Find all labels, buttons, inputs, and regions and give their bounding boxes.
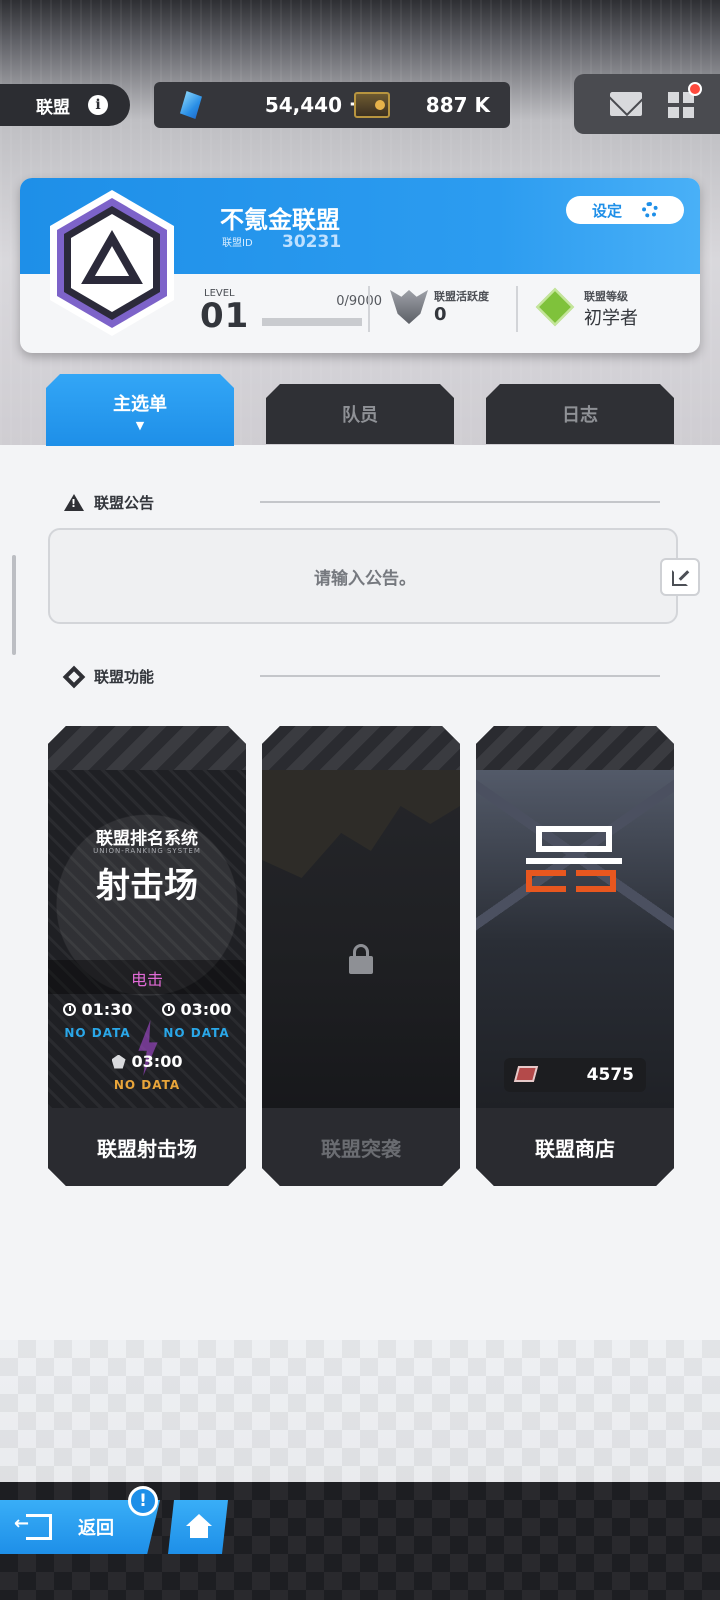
union-header-tag: 联盟 i xyxy=(0,84,130,126)
section-divider xyxy=(260,501,660,503)
nodata-3: NO DATA xyxy=(113,1078,181,1092)
timer-3: 03:00 xyxy=(112,1052,183,1071)
diamond-icon xyxy=(62,665,86,688)
timer-row: 01:30 03:00 xyxy=(48,1000,246,1019)
level-value: 01 xyxy=(200,296,250,336)
union-header-label: 联盟 xyxy=(36,97,70,118)
notice-input[interactable]: 请输入公告。 xyxy=(48,528,678,624)
gear-icon xyxy=(642,202,658,218)
ticket-count: 887 K xyxy=(425,93,490,117)
union-id-value: 30231 xyxy=(282,232,342,252)
edit-notice-button[interactable] xyxy=(660,558,700,596)
clock-icon xyxy=(63,1003,76,1016)
gem-icon xyxy=(180,91,202,119)
exit-door-icon xyxy=(14,1513,52,1540)
timer-3-value: 03:00 xyxy=(131,1052,183,1071)
union-raid-art xyxy=(262,770,460,1108)
settings-button[interactable]: 设定 xyxy=(566,196,684,224)
mode-label: 电击 xyxy=(130,970,163,989)
rank-value: 初学者 xyxy=(584,308,638,329)
hazard-stripes xyxy=(48,726,246,770)
shooting-range-title: 射击场 xyxy=(96,866,198,906)
functions-section-header: 联盟功能 xyxy=(62,665,155,688)
settings-label: 设定 xyxy=(591,201,622,220)
union-raid-card[interactable]: 联盟突袭 xyxy=(262,726,460,1186)
home-button[interactable] xyxy=(168,1500,228,1554)
functions-title: 联盟功能 xyxy=(94,668,155,686)
tab-log[interactable]: 日志 xyxy=(486,384,674,444)
boss-nodata-row: NO DATA xyxy=(48,1078,246,1092)
exp-text: 0/9000 xyxy=(336,294,382,309)
top-right-panel xyxy=(574,74,720,134)
boss-icon xyxy=(112,1055,126,1069)
ticket-icon xyxy=(354,92,390,118)
union-shop-art: 4575 xyxy=(476,770,674,1108)
union-coin-icon xyxy=(514,1066,538,1082)
timer-1: 01:30 xyxy=(63,1000,133,1019)
section-divider xyxy=(260,675,660,677)
boss-timer-row: 03:00 xyxy=(48,1052,246,1071)
divider xyxy=(516,286,518,332)
exp-progress-bar xyxy=(262,318,362,326)
rank-label: 联盟等级 xyxy=(584,290,628,303)
union-coin-value: 4575 xyxy=(586,1065,634,1085)
activity-icon xyxy=(390,290,428,324)
chevron-down-icon: ▼ xyxy=(135,418,145,432)
shop-logo-icon xyxy=(526,826,622,896)
union-name: 不氪金联盟 xyxy=(220,206,340,234)
shooting-range-art: 联盟排名系统 UNION-RANKING SYSTEM 射击场 电击 01:30… xyxy=(48,770,246,1108)
union-shop-card[interactable]: 4575 联盟商店 xyxy=(476,726,674,1186)
timer-1-value: 01:30 xyxy=(81,1000,133,1019)
shooting-range-card[interactable]: 联盟排名系统 UNION-RANKING SYSTEM 射击场 电击 01:30… xyxy=(48,726,246,1186)
edit-icon xyxy=(672,570,688,586)
union-info-card: 不氪金联盟 联盟ID 30231 设定 LEVEL 01 0/9000 联盟活跃… xyxy=(20,178,700,353)
alert-badge: ! xyxy=(128,1486,158,1516)
nodata-row: NO DATA NO DATA xyxy=(48,1026,246,1040)
tab-members-label: 队员 xyxy=(342,405,378,426)
warning-icon xyxy=(64,494,84,511)
timer-2: 03:00 xyxy=(162,1000,232,1019)
union-emblem-icon xyxy=(50,190,174,336)
union-shop-label: 联盟商店 xyxy=(476,1108,674,1186)
tab-main-menu[interactable]: 主选单 ▼ xyxy=(46,374,234,446)
tab-main-label: 主选单 xyxy=(113,393,167,415)
info-icon[interactable]: i xyxy=(88,95,108,115)
menu-grid-icon[interactable] xyxy=(668,92,694,118)
tab-log-label: 日志 xyxy=(562,405,598,426)
gem-count: 54,440 xyxy=(264,93,342,117)
scrollbar[interactable] xyxy=(12,555,16,655)
union-id-label: 联盟ID xyxy=(222,238,253,249)
ranking-system-subtitle: UNION-RANKING SYSTEM xyxy=(93,847,201,855)
notice-title: 联盟公告 xyxy=(94,494,155,512)
nodata-1: NO DATA xyxy=(64,1026,131,1040)
union-coin-display: 4575 xyxy=(504,1058,646,1092)
tab-members[interactable]: 队员 xyxy=(266,384,454,444)
nodata-2: NO DATA xyxy=(163,1026,230,1040)
shooting-range-label: 联盟射击场 xyxy=(48,1108,246,1186)
activity-value: 0 xyxy=(434,304,447,325)
lock-icon xyxy=(349,944,373,974)
notice-section-header: 联盟公告 xyxy=(64,492,154,513)
notice-placeholder: 请输入公告。 xyxy=(314,569,416,589)
hazard-stripes xyxy=(476,726,674,770)
ranking-system-title: 联盟排名系统 xyxy=(96,829,198,849)
back-label: 返回 xyxy=(78,1518,114,1539)
hazard-stripes xyxy=(262,726,460,770)
timer-2-value: 03:00 xyxy=(180,1000,232,1019)
clock-icon xyxy=(162,1003,175,1016)
activity-label: 联盟活跃度 xyxy=(434,290,489,303)
divider xyxy=(368,286,370,332)
currency-bar: 54,440 + 887 K xyxy=(154,82,510,128)
mail-icon[interactable] xyxy=(610,92,642,116)
rank-leaf-icon xyxy=(535,287,575,327)
notification-dot xyxy=(688,82,702,96)
home-icon xyxy=(186,1514,212,1538)
union-raid-label: 联盟突袭 xyxy=(262,1108,460,1186)
